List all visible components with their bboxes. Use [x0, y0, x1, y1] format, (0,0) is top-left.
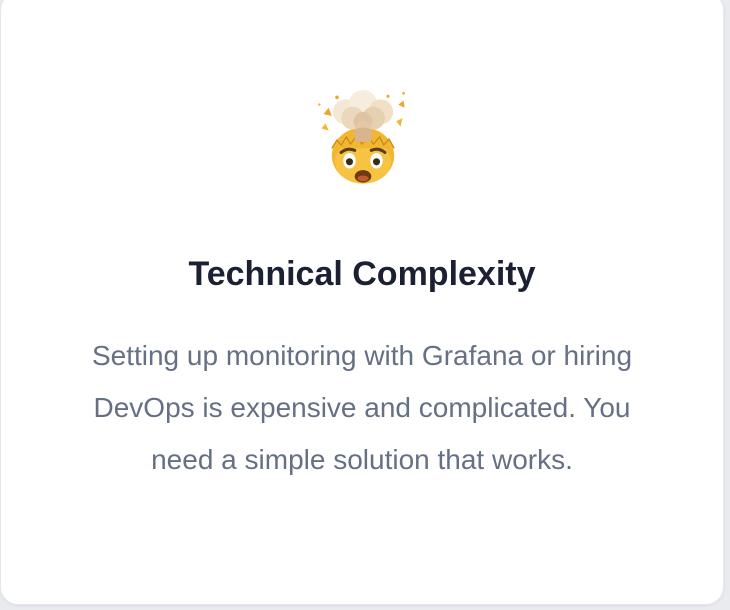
- feature-card: Technical Complexity Setting up monitori…: [0, 0, 724, 605]
- exploding-head-icon: [311, 89, 415, 193]
- card-title: Technical Complexity: [188, 255, 536, 293]
- card-description: Setting up monitoring with Grafana or hi…: [91, 340, 633, 475]
